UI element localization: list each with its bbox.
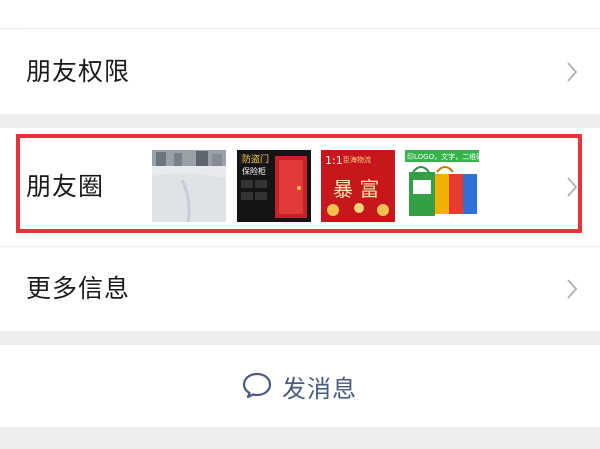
svg-text:印LOGO，文字，二维码: 印LOGO，文字，二维码 xyxy=(407,152,479,161)
more-info-row[interactable]: 更多信息 xyxy=(0,247,600,331)
send-message-button[interactable]: 发消息 xyxy=(0,345,600,427)
svg-text:暴 富: 暴 富 xyxy=(333,177,379,201)
top-card xyxy=(0,0,600,28)
chevron-right-icon xyxy=(566,278,578,300)
svg-text:防盗门: 防盗门 xyxy=(242,153,269,165)
red-poster-photo[interactable]: 1:1 臣海物流 暴 富 xyxy=(321,150,395,222)
friend-permissions-label: 朋友权限 xyxy=(26,57,131,86)
door-poster-photo[interactable]: 防盗门 保险柜 xyxy=(237,150,311,222)
snow-street-photo[interactable] xyxy=(152,150,226,222)
svg-text:臣海物流: 臣海物流 xyxy=(343,155,371,164)
moments-label: 朋友圈 xyxy=(26,172,105,201)
more-info-label: 更多信息 xyxy=(26,274,131,303)
chat-bubble-icon xyxy=(242,371,272,403)
svg-text:保险柜: 保险柜 xyxy=(242,166,266,176)
send-message-label: 发消息 xyxy=(282,375,357,403)
shopping-bags-photo[interactable]: 印LOGO，文字，二维码 xyxy=(405,150,479,222)
svg-text:1:1: 1:1 xyxy=(325,154,343,167)
chevron-right-icon xyxy=(566,176,578,198)
chevron-right-icon xyxy=(566,61,578,83)
friend-permissions-row[interactable]: 朋友权限 xyxy=(0,29,600,114)
